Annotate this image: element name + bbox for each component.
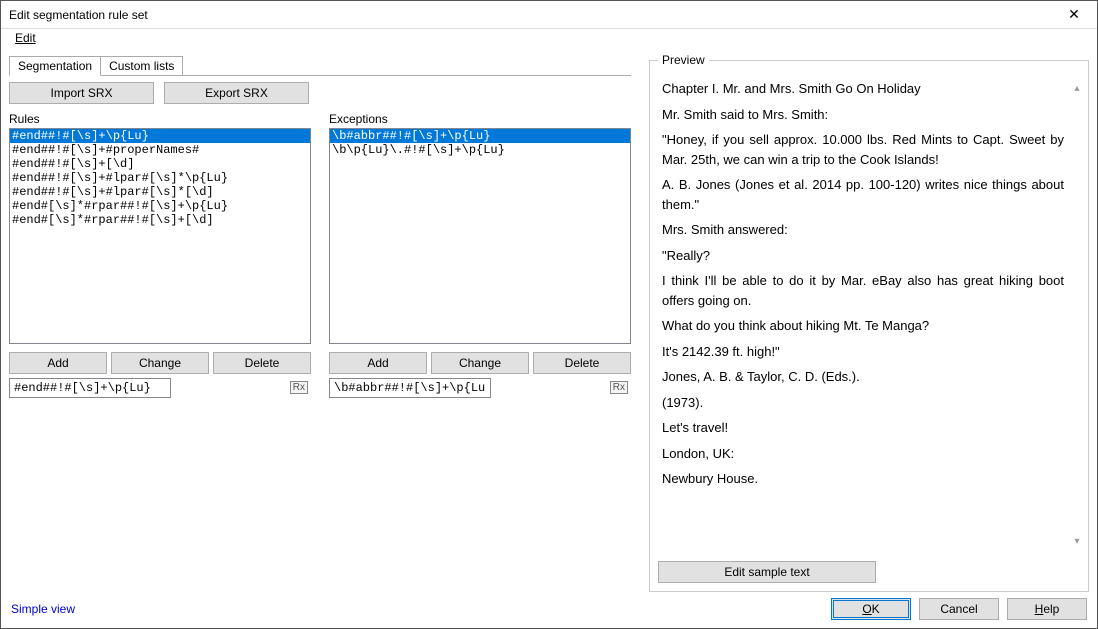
rules-column: Rules #end##!#[\s]+\p{Lu}#end##!#[\s]+#p…	[9, 112, 311, 592]
window-title: Edit segmentation rule set	[9, 8, 148, 22]
exceptions-list-item[interactable]: \b\p{Lu}\.#!#[\s]+\p{Lu}	[330, 143, 630, 157]
tab-custom-lists[interactable]: Custom lists	[101, 56, 183, 75]
rules-exceptions-row: Rules #end##!#[\s]+\p{Lu}#end##!#[\s]+#p…	[9, 112, 631, 592]
rules-list-item[interactable]: #end#[\s]*#rpar##!#[\s]+\p{Lu}	[10, 199, 310, 213]
help-button[interactable]: Help	[1007, 598, 1087, 620]
preview-paragraph: "Really?	[662, 246, 1064, 266]
preview-paragraph: Newbury House.	[662, 469, 1064, 489]
rules-input-wrap: Rx	[9, 378, 311, 592]
preview-paragraph: It's 2142.39 ft. high!"	[662, 342, 1064, 362]
footer-buttons: OK Cancel Help	[831, 598, 1087, 620]
exceptions-input-wrap: Rx	[329, 378, 631, 592]
rules-list-item[interactable]: #end##!#[\s]+#properNames#	[10, 143, 310, 157]
preview-paragraph: A. B. Jones (Jones et al. 2014 pp. 100-1…	[662, 175, 1064, 214]
content-area: Segmentation Custom lists Import SRX Exp…	[1, 49, 1097, 592]
exceptions-change-button[interactable]: Change	[431, 352, 529, 374]
ok-button[interactable]: OK	[831, 598, 911, 620]
rules-input[interactable]	[9, 378, 171, 398]
dialog-window: Edit segmentation rule set ✕ Edit Segmen…	[0, 0, 1098, 629]
exceptions-rx-badge[interactable]: Rx	[610, 381, 628, 394]
preview-paragraph: "Honey, if you sell approx. 10.000 lbs. …	[662, 130, 1064, 169]
preview-paragraph: Let's travel!	[662, 418, 1064, 438]
rules-delete-button[interactable]: Delete	[213, 352, 311, 374]
preview-paragraph: Mr. Smith said to Mrs. Smith:	[662, 105, 1064, 125]
tab-panel-segmentation: Import SRX Export SRX Rules #end##!#[\s]…	[9, 75, 631, 592]
preview-paragraph: What do you think about hiking Mt. Te Ma…	[662, 316, 1064, 336]
rules-list-item[interactable]: #end##!#[\s]+#lpar#[\s]*[\d]	[10, 185, 310, 199]
rules-list-item[interactable]: #end##!#[\s]+#lpar#[\s]*\p{Lu}	[10, 171, 310, 185]
menu-edit[interactable]: Edit	[11, 31, 40, 45]
exceptions-button-row: Add Change Delete	[329, 352, 631, 374]
preview-button-row: Edit sample text	[658, 561, 1080, 583]
close-icon[interactable]: ✕	[1059, 6, 1089, 23]
exceptions-list-item[interactable]: \b#abbr##!#[\s]+\p{Lu}	[330, 129, 630, 143]
right-pane: Preview Chapter I. Mr. and Mrs. Smith Go…	[649, 53, 1089, 592]
rules-label: Rules	[9, 112, 311, 126]
preview-paragraph: (1973).	[662, 393, 1064, 413]
import-srx-button[interactable]: Import SRX	[9, 82, 154, 104]
exceptions-label: Exceptions	[329, 112, 631, 126]
rules-change-button[interactable]: Change	[111, 352, 209, 374]
scroll-up-icon[interactable]: ▴	[1074, 81, 1079, 96]
preview-group: Preview Chapter I. Mr. and Mrs. Smith Go…	[649, 53, 1089, 592]
rules-button-row: Add Change Delete	[9, 352, 311, 374]
rules-list-item[interactable]: #end#[\s]*#rpar##!#[\s]+[\d]	[10, 213, 310, 227]
preview-paragraph: Mrs. Smith answered:	[662, 220, 1064, 240]
rules-list-item[interactable]: #end##!#[\s]+[\d]	[10, 157, 310, 171]
rules-list-item[interactable]: #end##!#[\s]+\p{Lu}	[10, 129, 310, 143]
preview-body[interactable]: Chapter I. Mr. and Mrs. Smith Go On Holi…	[658, 75, 1080, 555]
preview-legend: Preview	[658, 53, 709, 67]
exceptions-listbox[interactable]: \b#abbr##!#[\s]+\p{Lu}\b\p{Lu}\.#!#[\s]+…	[329, 128, 631, 344]
cancel-button[interactable]: Cancel	[919, 598, 999, 620]
preview-paragraph: Chapter I. Mr. and Mrs. Smith Go On Holi…	[662, 79, 1064, 99]
preview-paragraph: London, UK:	[662, 444, 1064, 464]
exceptions-add-button[interactable]: Add	[329, 352, 427, 374]
edit-sample-text-button[interactable]: Edit sample text	[658, 561, 876, 583]
rules-listbox[interactable]: #end##!#[\s]+\p{Lu}#end##!#[\s]+#properN…	[9, 128, 311, 344]
rules-rx-badge[interactable]: Rx	[290, 381, 308, 394]
left-pane: Segmentation Custom lists Import SRX Exp…	[9, 53, 631, 592]
preview-paragraph: Jones, A. B. & Taylor, C. D. (Eds.).	[662, 367, 1064, 387]
exceptions-delete-button[interactable]: Delete	[533, 352, 631, 374]
export-srx-button[interactable]: Export SRX	[164, 82, 309, 104]
import-export-row: Import SRX Export SRX	[9, 82, 631, 104]
exceptions-column: Exceptions \b#abbr##!#[\s]+\p{Lu}\b\p{Lu…	[329, 112, 631, 592]
preview-scrollbar[interactable]: ▴ ▾	[1070, 81, 1080, 549]
footer: Simple view OK Cancel Help	[1, 592, 1097, 628]
simple-view-link[interactable]: Simple view	[11, 602, 75, 616]
menubar: Edit	[1, 29, 1097, 49]
titlebar: Edit segmentation rule set ✕	[1, 1, 1097, 29]
rules-add-button[interactable]: Add	[9, 352, 107, 374]
tab-strip: Segmentation Custom lists	[9, 53, 631, 75]
tab-segmentation[interactable]: Segmentation	[9, 56, 101, 76]
exceptions-input[interactable]	[329, 378, 491, 398]
scroll-down-icon[interactable]: ▾	[1074, 534, 1079, 549]
preview-paragraph: I think I'll be able to do it by Mar. eB…	[662, 271, 1064, 310]
